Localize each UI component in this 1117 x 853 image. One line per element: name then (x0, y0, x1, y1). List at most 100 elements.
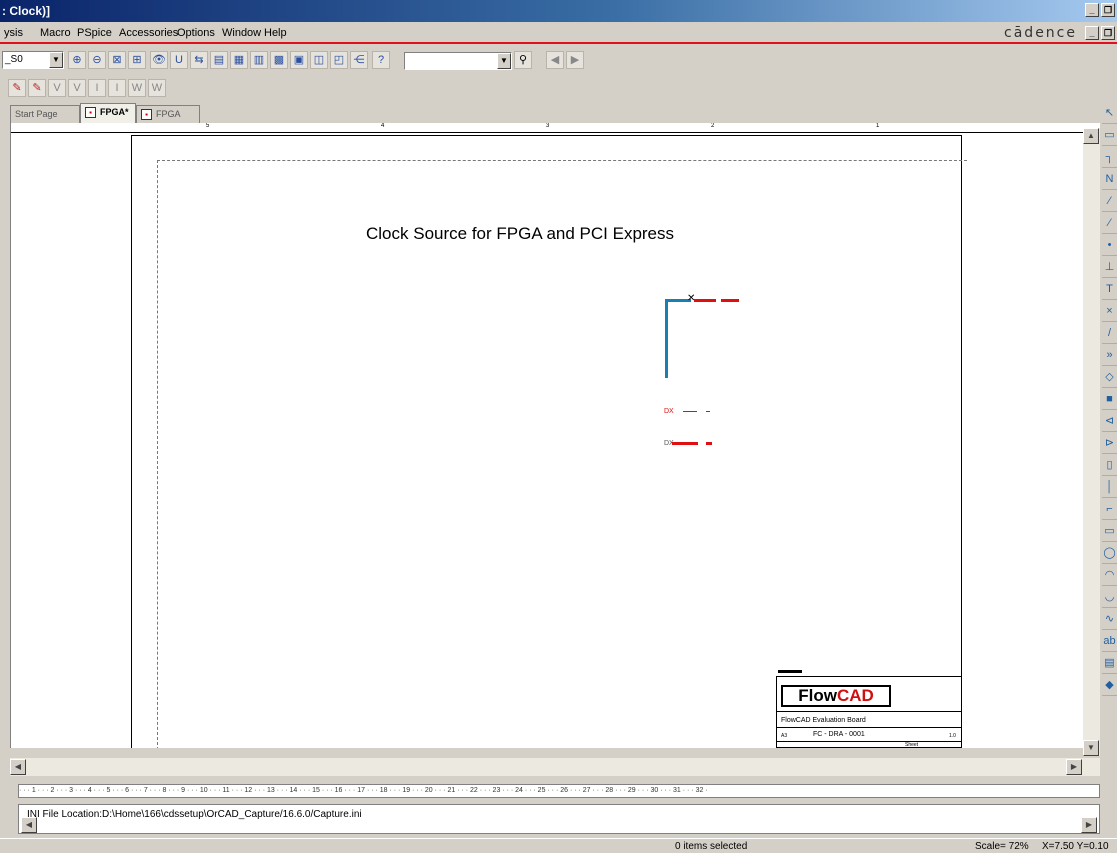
horizontal-scrollbar[interactable]: ◀ ▶ (10, 758, 1100, 776)
junction-icon[interactable]: • (1102, 236, 1117, 256)
title-block[interactable]: FlowCAD FlowCAD Evaluation Board A3 FC -… (776, 676, 962, 748)
no-connect-icon[interactable]: × (1102, 302, 1117, 322)
mdi-minimize-button[interactable]: _ (1085, 26, 1099, 40)
net-segment[interactable] (706, 442, 712, 445)
session-log[interactable]: INI File Location:D:\Home\166\cdssetup\O… (18, 804, 1100, 834)
title-block-mark (778, 670, 802, 673)
scroll-right-icon[interactable]: ▶ (1081, 817, 1097, 833)
back-annotate-icon[interactable]: ⇆ (190, 51, 208, 69)
netlist-icon[interactable]: ▦ (230, 51, 248, 69)
bus-entry-icon[interactable]: ⁄ (1102, 214, 1117, 234)
tab-start-page[interactable]: Start Page (10, 105, 80, 123)
part-combo[interactable]: _S0 ▼ (2, 51, 64, 69)
schematic-title-text[interactable]: Clock Source for FPGA and PCI Express (366, 224, 674, 244)
menu-pspice[interactable]: PSpice (77, 27, 112, 39)
ground-icon[interactable]: T (1102, 280, 1117, 300)
ellipse-icon[interactable]: ◯ (1102, 544, 1117, 564)
net-segment[interactable] (706, 411, 710, 412)
sheet-frame-dashed (157, 160, 967, 748)
bus-icon[interactable]: ⁄ (1102, 192, 1117, 212)
bezier-icon[interactable]: ∿ (1102, 610, 1117, 630)
help-icon[interactable]: ? (372, 51, 390, 69)
title-bar: : Clock)] _ ❐ (0, 0, 1117, 22)
current-marker-icon[interactable]: I (88, 79, 106, 97)
elliptical-arc-icon[interactable]: ◡ (1102, 588, 1117, 608)
menu-help[interactable]: Help (264, 27, 287, 39)
chevron-down-icon[interactable]: ▼ (497, 53, 511, 69)
select-icon[interactable]: ↖ (1102, 104, 1117, 124)
scroll-left-icon[interactable]: ◀ (21, 817, 37, 833)
eye-icon[interactable]: 👁 (150, 51, 168, 69)
voltage-marker-icon[interactable]: V (48, 79, 66, 97)
scroll-down-icon[interactable]: ▼ (1083, 740, 1099, 756)
scroll-up-icon[interactable]: ▲ (1083, 128, 1099, 144)
power-diff-icon[interactable]: W (148, 79, 166, 97)
bom-icon[interactable]: ▥ (250, 51, 268, 69)
pspice-marker-alt-icon[interactable]: ✎ (28, 79, 46, 97)
hier-port-icon[interactable]: ⊲ (1102, 412, 1117, 432)
scroll-left-icon[interactable]: ◀ (10, 759, 26, 775)
zoom-all-icon[interactable]: ⊞ (128, 51, 146, 69)
pspice-marker-icon[interactable]: ✎ (8, 79, 26, 97)
offpage-connector-icon[interactable]: » (1102, 346, 1117, 366)
net-segment[interactable] (683, 411, 697, 412)
line-icon[interactable]: │ (1102, 478, 1117, 498)
menu-window[interactable]: Window (222, 27, 261, 39)
menu-options[interactable]: Options (177, 27, 215, 39)
ieee-symbol-icon[interactable]: ◆ (1102, 676, 1117, 696)
polyline-icon[interactable]: ⌐ (1102, 500, 1117, 520)
text-icon[interactable]: ab (1102, 632, 1117, 652)
zoom-in-icon[interactable]: ⊕ (68, 51, 86, 69)
zoom-out-icon[interactable]: ⊖ (88, 51, 106, 69)
session-log-ruler: · · · 1 · · · 2 · · · 3 · · · 4 · · · 5 … (18, 784, 1100, 798)
net-alias-icon[interactable]: N (1102, 170, 1117, 190)
net-segment[interactable] (721, 299, 739, 302)
snap-grid-icon[interactable]: ▩ (270, 51, 288, 69)
drc-icon[interactable]: ▤ (210, 51, 228, 69)
arc-icon[interactable]: ◠ (1102, 566, 1117, 586)
zoom-area-icon[interactable]: ⊠ (108, 51, 126, 69)
picture-icon[interactable]: ▤ (1102, 654, 1117, 674)
wire[interactable] (665, 300, 668, 378)
session-log-line: INI File Location:D:\Home\166\cdssetup\O… (27, 809, 362, 820)
project-manager-icon[interactable]: ◰ (330, 51, 348, 69)
current-diff-icon[interactable]: I (108, 79, 126, 97)
area-select-icon[interactable]: ▣ (290, 51, 308, 69)
menu-analysis[interactable]: ysis (4, 27, 23, 39)
restore-button[interactable]: ❐ (1101, 3, 1115, 17)
tab-fpga-modified[interactable]: ▪ FPGA* (80, 103, 136, 123)
text-block-icon[interactable]: ▯ (1102, 456, 1117, 476)
divider (777, 727, 961, 728)
vertical-scrollbar[interactable]: ▲ ▼ (1083, 128, 1100, 756)
rectangle-icon[interactable]: ▭ (1102, 522, 1117, 542)
power-marker-icon[interactable]: W (128, 79, 146, 97)
annotate-icon[interactable]: U (170, 51, 188, 69)
scroll-right-icon[interactable]: ▶ (1066, 759, 1082, 775)
schematic-canvas[interactable]: 5 4 3 2 1 Clock Source for FPGA and PCI … (10, 123, 1100, 748)
wire-icon[interactable]: ┐ (1102, 148, 1117, 168)
minimize-button[interactable]: _ (1085, 3, 1099, 17)
menu-macro[interactable]: Macro (40, 27, 71, 39)
hier-block-icon[interactable]: ■ (1102, 390, 1117, 410)
net-label[interactable]: DX (664, 408, 674, 415)
chevron-down-icon[interactable]: ▼ (49, 52, 63, 68)
voltage-diff-icon[interactable]: V (68, 79, 86, 97)
net-segment[interactable] (694, 299, 716, 302)
drawing-icon[interactable]: ◫ (310, 51, 328, 69)
menu-accessories[interactable]: Accessories (119, 27, 178, 39)
place-part-icon[interactable]: ▭ (1102, 126, 1117, 146)
scale-status: Scale= 72% (975, 841, 1029, 852)
mdi-restore-button[interactable]: ❐ (1101, 26, 1115, 40)
port-icon[interactable]: ◇ (1102, 368, 1117, 388)
tab-fpga[interactable]: ▪ FPGA (136, 105, 200, 123)
power-icon[interactable]: ⊥ (1102, 258, 1117, 278)
pspice-icon[interactable]: ⋲ (350, 51, 368, 69)
schematic-page-icon: ▪ (85, 107, 96, 119)
forward-icon[interactable]: ▶ (566, 51, 584, 69)
back-icon[interactable]: ◀ (546, 51, 564, 69)
hier-pin-icon[interactable]: ⊳ (1102, 434, 1117, 454)
binoculars-icon[interactable]: ⚲ (514, 51, 532, 69)
net-segment[interactable] (672, 442, 698, 445)
search-combo[interactable]: ▼ (404, 52, 512, 70)
pin-icon[interactable]: / (1102, 324, 1117, 344)
